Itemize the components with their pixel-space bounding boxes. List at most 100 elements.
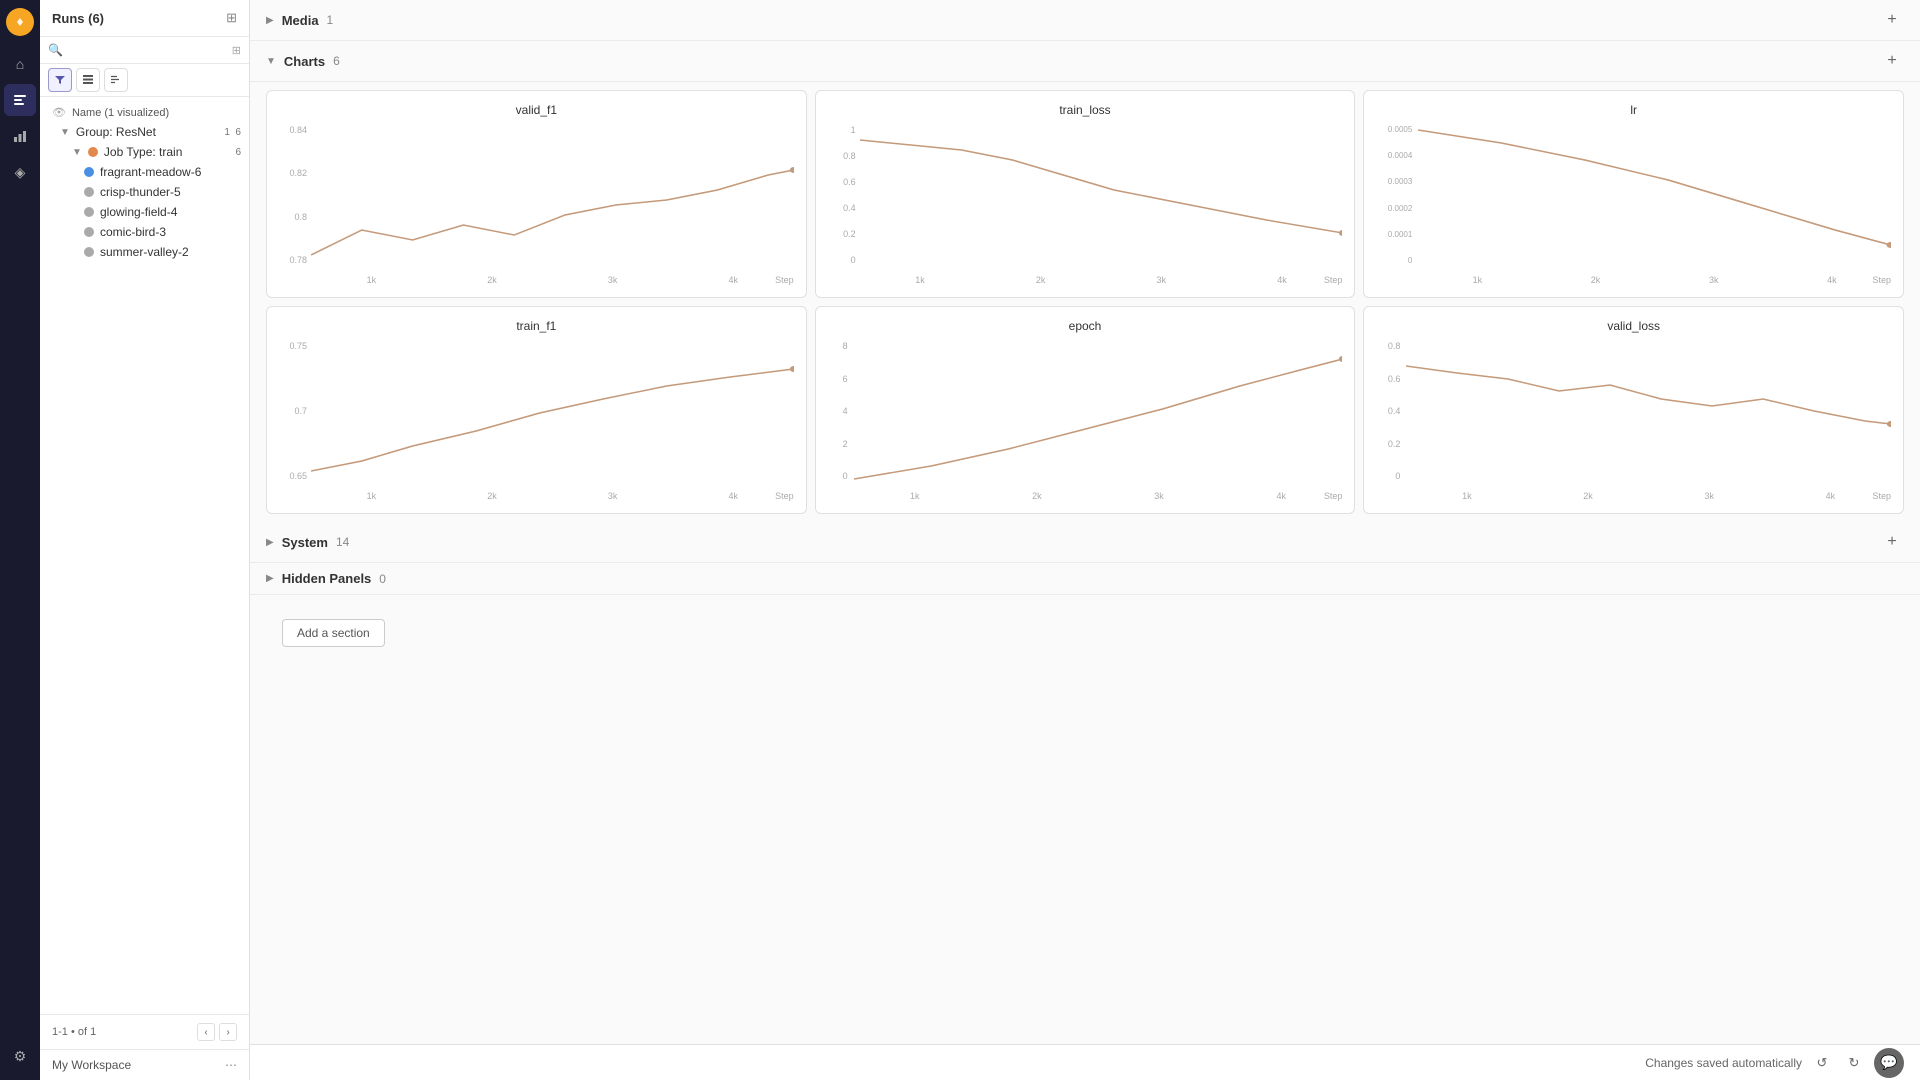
tree-name-label: Name (1 visualized) — [72, 107, 169, 119]
group-resnet-label: Group: ResNet — [76, 125, 156, 139]
train-loss-x-labels: 1k2k3k4k — [860, 275, 1343, 285]
sidebar-toolbar — [40, 64, 249, 97]
charts-section-title: Charts — [284, 54, 325, 69]
epoch-svg — [854, 341, 1343, 481]
valid-f1-axis-label: Step — [775, 275, 794, 285]
train-loss-svg — [860, 125, 1343, 265]
chart-valid-loss-title: valid_loss — [1376, 319, 1891, 333]
run-fragrant-meadow[interactable]: fragrant-meadow-6 — [40, 162, 249, 182]
chart-valid-loss: valid_loss 0.80.60.40.20 1k2k3k4k Step — [1363, 306, 1904, 514]
sidebar-run-tree: 👁 Name (1 visualized) ▼ Group: ResNet 1 … — [40, 97, 249, 1014]
system-chevron-icon: ▶ — [266, 537, 274, 548]
prev-page-btn[interactable]: ‹ — [197, 1023, 215, 1041]
system-section-count: 14 — [336, 535, 349, 549]
train-loss-axis-label: Step — [1324, 275, 1343, 285]
charts-section-header[interactable]: ▼ Charts 6 + — [250, 41, 1920, 82]
chart-lr: lr 0.00050.00040.00030.00020.00010 1k2k3… — [1363, 90, 1904, 298]
valid-loss-axis-label: Step — [1872, 491, 1891, 501]
sidebar-footer: 1-1 • of 1 ‹ › — [40, 1014, 249, 1049]
train-loss-y-labels: 10.80.60.40.20 — [828, 125, 860, 265]
main-content: ▶ Media 1 + ▼ Charts 6 + valid_f1 0.840.… — [250, 0, 1920, 1080]
run-summer-valley[interactable]: summer-valley-2 — [40, 242, 249, 262]
system-section-header[interactable]: ▶ System 14 + — [250, 522, 1920, 563]
media-section-header[interactable]: ▶ Media 1 + — [250, 0, 1920, 41]
search-options-icon[interactable]: ⊞ — [232, 44, 241, 57]
home-nav-icon[interactable]: ⌂ — [4, 48, 36, 80]
refresh-icon[interactable]: ↻ — [1842, 1051, 1866, 1075]
tree-jobtype-train[interactable]: ▼ Job Type: train 6 — [40, 142, 249, 162]
sidebar: Runs (6) ⊞ 🔍 ⊞ 👁 — [40, 0, 250, 1080]
valid-f1-y-labels: 0.840.820.80.78 — [279, 125, 311, 265]
run-summer-label: summer-valley-2 — [100, 245, 189, 259]
valid-loss-y-labels: 0.80.60.40.20 — [1376, 341, 1404, 481]
run-glowing-field[interactable]: glowing-field-4 — [40, 202, 249, 222]
sort-btn[interactable] — [104, 68, 128, 92]
runs-nav-icon[interactable] — [4, 84, 36, 116]
sidebar-search-bar: 🔍 ⊞ — [40, 37, 249, 64]
chat-icon[interactable]: 💬 — [1874, 1048, 1904, 1078]
epoch-y-labels: 86420 — [828, 341, 852, 481]
run-dot-gray-1 — [84, 187, 94, 197]
artifact-nav-icon[interactable]: ◈ — [4, 156, 36, 188]
pagination-text: 1-1 • of 1 — [52, 1026, 96, 1038]
chart-train-loss: train_loss 10.80.60.40.20 1k2k3k4k Step — [815, 90, 1356, 298]
hidden-panels-section-header[interactable]: ▶ Hidden Panels 0 — [250, 563, 1920, 595]
media-section-count: 1 — [327, 13, 334, 27]
epoch-axis-label: Step — [1324, 491, 1343, 501]
chevron-down-icon: ▼ — [60, 127, 70, 138]
system-section-title: System — [282, 535, 328, 550]
pagination-controls: ‹ › — [197, 1023, 237, 1041]
valid-loss-svg — [1406, 341, 1891, 481]
run-glowing-label: glowing-field-4 — [100, 205, 177, 219]
valid-f1-svg — [311, 125, 794, 265]
run-fragrant-label: fragrant-meadow-6 — [100, 165, 201, 179]
chart-train-loss-title: train_loss — [828, 103, 1343, 117]
run-comic-bird[interactable]: comic-bird-3 — [40, 222, 249, 242]
valid-f1-x-labels: 1k2k3k4k — [311, 275, 794, 285]
workspace-menu-icon[interactable]: ⋯ — [225, 1058, 237, 1072]
tree-name-header[interactable]: 👁 Name (1 visualized) — [40, 103, 249, 122]
chart-valid-f1-title: valid_f1 — [279, 103, 794, 117]
workspace-bar: My Workspace ⋯ — [40, 1049, 249, 1080]
search-input[interactable] — [69, 43, 226, 57]
filter-runs-btn[interactable] — [48, 68, 72, 92]
chart-nav-icon[interactable] — [4, 120, 36, 152]
hidden-panels-chevron-icon: ▶ — [266, 573, 274, 584]
media-chevron-icon: ▶ — [266, 15, 274, 26]
charts-grid: valid_f1 0.840.820.80.78 1k2k3k4k Step t… — [250, 82, 1920, 522]
chart-epoch: epoch 86420 1k2k3k4k Step — [815, 306, 1356, 514]
lr-x-labels: 1k2k3k4k — [1418, 275, 1891, 285]
run-crisp-thunder[interactable]: crisp-thunder-5 — [40, 182, 249, 202]
train-f1-y-labels: 0.750.70.65 — [279, 341, 311, 481]
run-dot-blue — [84, 167, 94, 177]
bottom-status-bar: Changes saved automatically ↺ ↻ 💬 — [250, 1044, 1920, 1080]
system-add-btn[interactable]: + — [1880, 530, 1904, 554]
run-dot-gray-4 — [84, 247, 94, 257]
valid-loss-x-labels: 1k2k3k4k — [1406, 491, 1891, 501]
charts-section-count: 6 — [333, 54, 340, 68]
epoch-x-labels: 1k2k3k4k — [854, 491, 1343, 501]
train-f1-x-labels: 1k2k3k4k — [311, 491, 794, 501]
next-page-btn[interactable]: › — [219, 1023, 237, 1041]
run-dot-gray-2 — [84, 207, 94, 217]
charts-chevron-icon: ▼ — [266, 56, 276, 67]
media-add-btn[interactable]: + — [1880, 8, 1904, 32]
chart-train-f1: train_f1 0.750.70.65 1k2k3k4k Step — [266, 306, 807, 514]
sidebar-header: Runs (6) ⊞ — [40, 0, 249, 37]
changes-saved-text: Changes saved automatically — [1645, 1056, 1802, 1070]
chart-epoch-title: epoch — [828, 319, 1343, 333]
app-logo[interactable] — [6, 8, 34, 36]
sidebar-expand-icon[interactable]: ⊞ — [226, 10, 237, 26]
add-section-area: Add a section — [250, 595, 1920, 719]
undo-icon[interactable]: ↺ — [1810, 1051, 1834, 1075]
settings-nav-icon[interactable]: ⚙ — [4, 1040, 36, 1072]
group-resnet-badge: 1 6 — [224, 127, 241, 138]
charts-add-btn[interactable]: + — [1880, 49, 1904, 73]
icon-bar: ⌂ ◈ ⚙ — [0, 0, 40, 1080]
train-f1-svg — [311, 341, 794, 481]
tree-group-resnet[interactable]: ▼ Group: ResNet 1 6 — [40, 122, 249, 142]
chart-lr-title: lr — [1376, 103, 1891, 117]
run-crisp-label: crisp-thunder-5 — [100, 185, 181, 199]
table-view-btn[interactable] — [76, 68, 100, 92]
add-section-button[interactable]: Add a section — [282, 619, 385, 647]
